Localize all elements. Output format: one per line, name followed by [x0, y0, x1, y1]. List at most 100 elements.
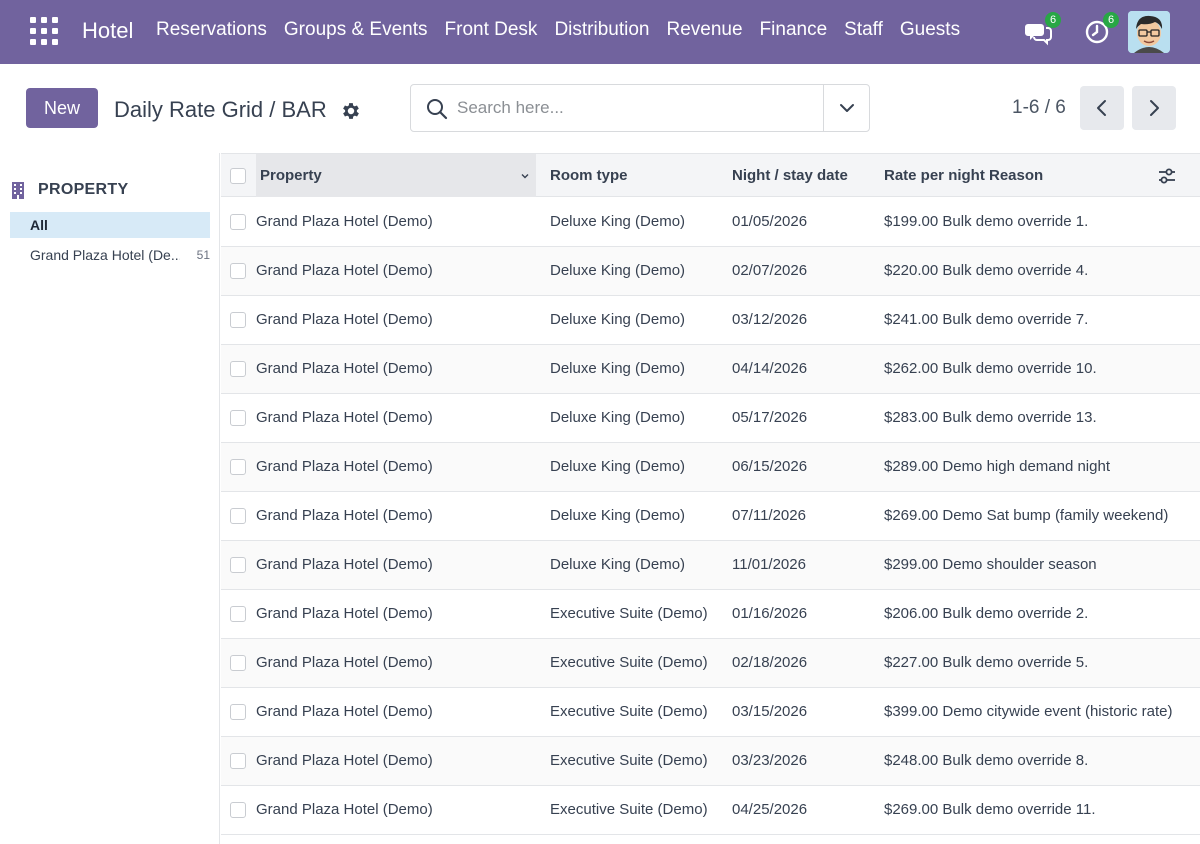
cell-night-date: 01/05/2026	[732, 213, 808, 230]
cell-room-type: Deluxe King (Demo)	[550, 458, 686, 475]
menu-guests[interactable]: Guests	[900, 19, 960, 41]
search-panel-sidebar: PROPERTY All Grand Plaza Hotel (De... 51	[0, 153, 220, 844]
menu-reservations[interactable]: Reservations	[156, 19, 267, 41]
gear-icon[interactable]	[340, 100, 362, 122]
cell-room-type: Deluxe King (Demo)	[550, 409, 686, 426]
cell-rate-reason: $206.00 Bulk demo override 2.	[884, 605, 1089, 622]
cell-night-date: 02/18/2026	[732, 654, 808, 671]
table-row[interactable]: Grand Plaza Hotel (Demo) Deluxe King (Dem…	[221, 198, 1200, 247]
cell-room-type: Executive Suite (Demo)	[550, 654, 708, 671]
cell-property: Grand Plaza Hotel (Demo)	[256, 605, 433, 622]
cell-property: Grand Plaza Hotel (Demo)	[256, 507, 433, 524]
cell-room-type: Executive Suite (Demo)	[550, 801, 708, 818]
activity-clock-icon[interactable]: 6	[1083, 12, 1119, 46]
table-row[interactable]: Grand Plaza Hotel (Demo) Executive Suite …	[221, 590, 1200, 639]
menu-distribution[interactable]: Distribution	[554, 19, 649, 41]
table-row[interactable]: Grand Plaza Hotel (Demo) Deluxe King (Dem…	[221, 296, 1200, 345]
chevron-right-icon	[1150, 100, 1159, 116]
app-brand[interactable]: Hotel	[82, 18, 133, 44]
pager-previous-button[interactable]	[1080, 86, 1124, 130]
sidebar-item-count: 51	[196, 248, 210, 262]
column-header-night-date[interactable]: Night / stay date	[732, 154, 848, 197]
table-row[interactable]: Grand Plaza Hotel (Demo) Executive Suite …	[221, 688, 1200, 737]
cell-room-type: Deluxe King (Demo)	[550, 360, 686, 377]
menu-groups-events[interactable]: Groups & Events	[284, 19, 428, 41]
menu-front-desk[interactable]: Front Desk	[445, 19, 538, 41]
menu-finance[interactable]: Finance	[760, 19, 828, 41]
cell-room-type: Executive Suite (Demo)	[550, 703, 708, 720]
cell-rate-reason: $289.00 Demo high demand night	[884, 458, 1110, 475]
cell-room-type: Executive Suite (Demo)	[550, 752, 708, 769]
row-checkbox[interactable]	[230, 802, 246, 818]
sidebar-title-label: PROPERTY	[38, 181, 129, 198]
table-row[interactable]: Grand Plaza Hotel (Demo) Executive Suite …	[221, 786, 1200, 835]
sidebar-item-label: Grand Plaza Hotel (De...	[30, 247, 180, 263]
cell-room-type: Executive Suite (Demo)	[550, 605, 708, 622]
cell-rate-reason: $199.00 Bulk demo override 1.	[884, 213, 1089, 230]
column-header-rate-reason[interactable]: Rate per night Reason	[884, 154, 1043, 197]
row-checkbox[interactable]	[230, 459, 246, 475]
user-avatar[interactable]	[1128, 11, 1170, 53]
cell-night-date: 04/25/2026	[732, 801, 808, 818]
cell-room-type: Deluxe King (Demo)	[550, 556, 686, 573]
table-row[interactable]: Grand Plaza Hotel (Demo) Deluxe King (Dem…	[221, 247, 1200, 296]
sidebar-item-all[interactable]: All	[10, 212, 210, 238]
cell-rate-reason: $283.00 Bulk demo override 13.	[884, 409, 1097, 426]
cell-room-type: Deluxe King (Demo)	[550, 262, 686, 279]
cell-property: Grand Plaza Hotel (Demo)	[256, 311, 433, 328]
search-options-toggle[interactable]	[823, 85, 869, 131]
pager-next-button[interactable]	[1132, 86, 1176, 130]
cell-property: Grand Plaza Hotel (Demo)	[256, 409, 433, 426]
table-header: Property Room type Night / stay date Rat…	[221, 153, 1200, 197]
building-icon	[10, 181, 26, 199]
menu-revenue[interactable]: Revenue	[666, 19, 742, 41]
table-row[interactable]: Grand Plaza Hotel (Demo) Deluxe King (Dem…	[221, 492, 1200, 541]
row-checkbox[interactable]	[230, 312, 246, 328]
sidebar-item-grand-plaza[interactable]: Grand Plaza Hotel (De... 51	[10, 242, 210, 268]
cell-room-type: Deluxe King (Demo)	[550, 311, 686, 328]
column-header-room-type[interactable]: Room type	[550, 154, 628, 197]
messages-icon[interactable]: 6	[1025, 12, 1061, 46]
table-row[interactable]: Grand Plaza Hotel (Demo) Executive Suite …	[221, 639, 1200, 688]
table-row[interactable]: Grand Plaza Hotel (Demo) Deluxe King (Dem…	[221, 541, 1200, 590]
pager-value[interactable]: 1-6 / 6	[1012, 97, 1066, 119]
cell-night-date: 01/16/2026	[732, 605, 808, 622]
new-button[interactable]: New	[26, 88, 98, 128]
search-input[interactable]	[457, 86, 817, 130]
cell-rate-reason: $399.00 Demo citywide event (historic ra…	[884, 703, 1173, 720]
cell-property: Grand Plaza Hotel (Demo)	[256, 752, 433, 769]
search-icon	[425, 97, 449, 121]
cell-property: Grand Plaza Hotel (Demo)	[256, 703, 433, 720]
row-checkbox[interactable]	[230, 753, 246, 769]
cell-night-date: 11/01/2026	[732, 556, 806, 573]
select-all-checkbox[interactable]	[230, 168, 246, 184]
column-header-property[interactable]: Property	[256, 154, 536, 197]
row-checkbox[interactable]	[230, 263, 246, 279]
row-checkbox[interactable]	[230, 704, 246, 720]
table-row[interactable]: Grand Plaza Hotel (Demo) Executive Suite …	[221, 737, 1200, 786]
row-checkbox[interactable]	[230, 508, 246, 524]
table-row[interactable]: Grand Plaza Hotel (Demo) Deluxe King (Dem…	[221, 345, 1200, 394]
messages-badge: 6	[1045, 12, 1061, 28]
row-checkbox[interactable]	[230, 606, 246, 622]
row-checkbox[interactable]	[230, 361, 246, 377]
cell-room-type: Deluxe King (Demo)	[550, 213, 686, 230]
row-checkbox[interactable]	[230, 214, 246, 230]
cell-property: Grand Plaza Hotel (Demo)	[256, 458, 433, 475]
row-checkbox[interactable]	[230, 410, 246, 426]
chevron-left-icon	[1097, 100, 1106, 116]
table-row[interactable]: Grand Plaza Hotel (Demo) Deluxe King (Dem…	[221, 394, 1200, 443]
breadcrumb: Daily Rate Grid / BAR	[114, 97, 327, 122]
row-checkbox[interactable]	[230, 655, 246, 671]
sidebar-item-label: All	[30, 217, 48, 233]
apps-menu-icon[interactable]	[30, 17, 58, 45]
cell-room-type: Deluxe King (Demo)	[550, 507, 686, 524]
table-row[interactable]: Grand Plaza Hotel (Demo) Deluxe King (Dem…	[221, 443, 1200, 492]
optional-columns-sliders-icon[interactable]	[1157, 166, 1177, 186]
row-checkbox[interactable]	[230, 557, 246, 573]
cell-night-date: 04/14/2026	[732, 360, 808, 377]
menu-staff[interactable]: Staff	[844, 19, 883, 41]
cell-night-date: 03/23/2026	[732, 752, 808, 769]
cell-night-date: 02/07/2026	[732, 262, 808, 279]
sort-down-icon	[521, 174, 529, 179]
